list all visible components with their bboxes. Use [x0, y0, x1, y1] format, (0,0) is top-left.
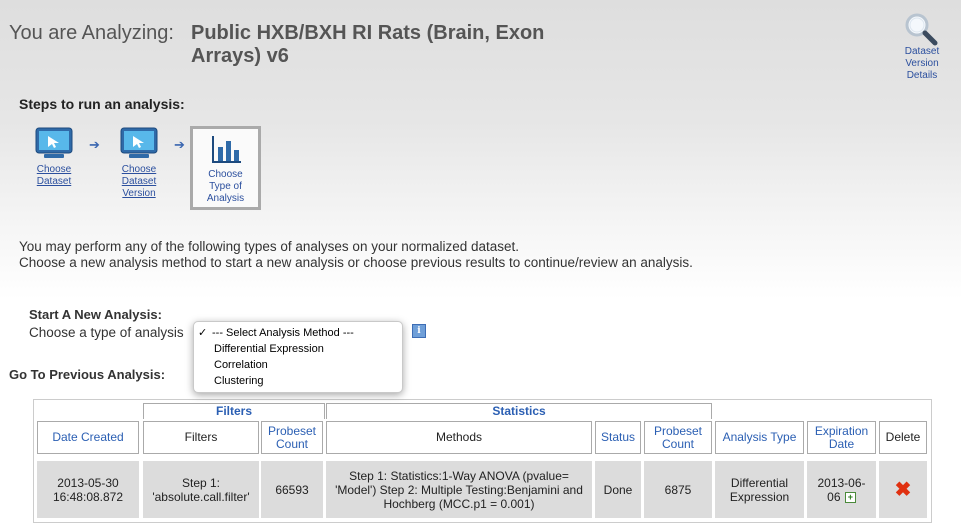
monitor-cursor-icon — [35, 127, 73, 158]
col-date-created[interactable]: Date Created — [37, 421, 139, 454]
step3-label-2: Type of — [209, 181, 242, 192]
step-choose-dataset-version[interactable]: Choose Dataset Version — [111, 126, 167, 200]
cell-filter-count[interactable]: 66593 — [261, 461, 323, 518]
step1-label-2: Dataset — [36, 176, 72, 187]
step3-label-1: Choose — [208, 169, 243, 180]
col-delete: Delete — [879, 421, 927, 454]
analysis-method-dropdown[interactable]: ✓ --- Select Analysis Method --- Differen… — [193, 321, 403, 393]
option-label: --- Select Analysis Method --- — [212, 327, 354, 339]
expiration-date-text: 2013-06-06 — [817, 475, 866, 504]
step-choose-dataset[interactable]: Choose Dataset — [26, 126, 82, 188]
step2-label-2: Dataset — [121, 176, 157, 187]
step2-label-3: Version — [122, 188, 156, 199]
option-select-method[interactable]: ✓ --- Select Analysis Method --- — [198, 325, 354, 341]
cell-expiration[interactable]: 2013-06-06 + — [807, 461, 876, 518]
step-choose-analysis-type: Choose Type of Analysis — [190, 126, 261, 210]
dataset-version-details-link[interactable]: Dataset Version Details — [888, 12, 956, 82]
statistics-group-header: Statistics — [326, 403, 712, 419]
details-label-3: Details — [906, 70, 938, 81]
col-expiration-date[interactable]: Expiration Date — [807, 421, 876, 454]
analyzing-prefix: You are Analyzing: — [9, 22, 174, 44]
step3-label-3: Analysis — [206, 193, 245, 204]
option-clustering[interactable]: Clustering — [214, 373, 264, 389]
checkmark-icon: ✓ — [198, 327, 208, 339]
step1-label-1: Choose — [36, 164, 72, 175]
dataset-title: Public HXB/BXH RI Rats (Brain, Exon Arra… — [191, 22, 545, 67]
intro-line-2: Choose a new analysis method to start a … — [19, 255, 693, 270]
cell-status[interactable]: Done — [595, 461, 641, 518]
magnifier-icon — [905, 13, 938, 46]
bar-chart-icon — [211, 136, 241, 163]
cell-delete[interactable]: ✖ — [879, 461, 927, 518]
previous-analyses-table: Filters Statistics Date Created Filters … — [33, 399, 932, 523]
cell-analysis-type[interactable]: Differential Expression — [715, 461, 804, 518]
step2-label-1: Choose — [121, 164, 157, 175]
previous-analysis-heading: Go To Previous Analysis: — [9, 367, 166, 382]
info-icon[interactable]: i — [412, 324, 426, 338]
cell-date-created[interactable]: 2013-05-30 16:48:08.872 — [37, 461, 139, 518]
arrow-right-icon: ➔ — [89, 137, 100, 152]
cell-stat-count[interactable]: 6875 — [644, 461, 712, 518]
details-label-1: Dataset — [904, 46, 940, 57]
col-status[interactable]: Status — [595, 421, 641, 454]
option-correlation[interactable]: Correlation — [214, 357, 268, 373]
analysis-type-prompt: Choose a type of analysis — [29, 325, 184, 340]
extend-expiration-icon[interactable]: + — [844, 491, 856, 503]
arrow-right-icon: ➔ — [174, 137, 185, 152]
steps-heading: Steps to run an analysis: — [19, 96, 185, 112]
intro-line-1: You may perform any of the following typ… — [19, 239, 520, 254]
details-label-2: Version — [905, 58, 939, 69]
option-differential-expression[interactable]: Differential Expression — [214, 341, 324, 357]
cell-methods[interactable]: Step 1: Statistics:1-Way ANOVA (pvalue= … — [326, 461, 592, 518]
col-stat-probeset-count[interactable]: Probeset Count — [644, 421, 712, 454]
delete-icon[interactable]: ✖ — [895, 480, 912, 500]
col-analysis-type[interactable]: Analysis Type — [715, 421, 804, 454]
col-filters: Filters — [143, 421, 259, 454]
filters-group-header: Filters — [143, 403, 325, 419]
col-filter-probeset-count[interactable]: Probeset Count — [261, 421, 323, 454]
monitor-cursor-icon — [120, 127, 158, 158]
intro-text: You may perform any of the following typ… — [19, 239, 699, 271]
new-analysis-heading: Start A New Analysis: — [29, 307, 162, 322]
col-methods: Methods — [326, 421, 592, 454]
cell-filters[interactable]: Step 1: 'absolute.call.filter' — [143, 461, 259, 518]
